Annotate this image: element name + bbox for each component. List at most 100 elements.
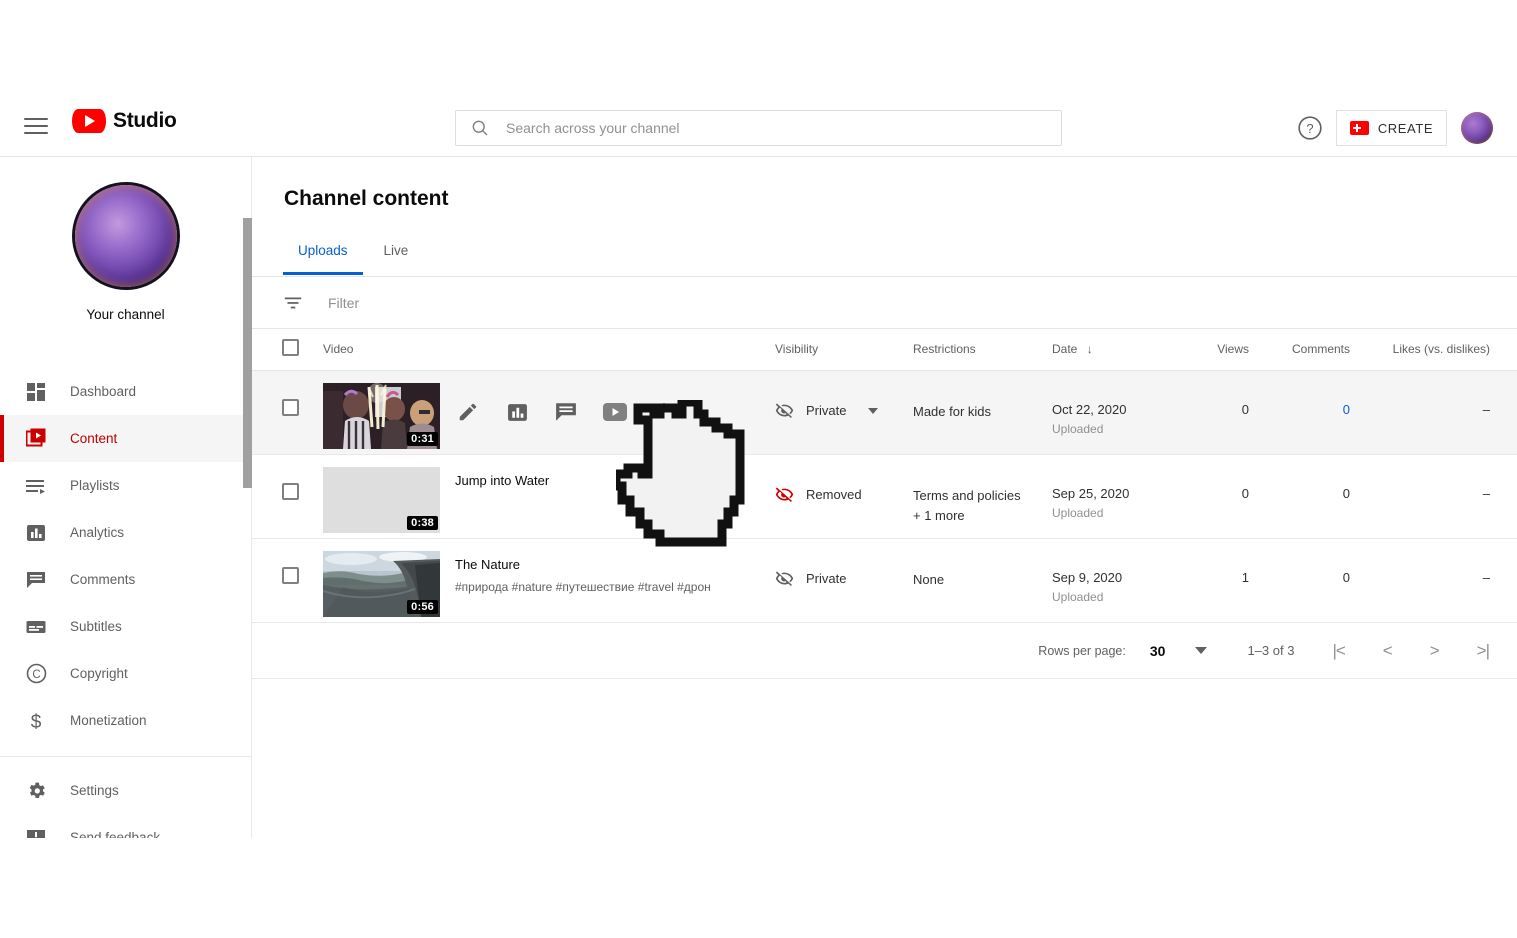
column-header-date[interactable]: Date ↓ — [1052, 342, 1093, 356]
restrictions-label: Made for kids — [913, 404, 992, 419]
date-cell: Sep 9, 2020 — [1052, 570, 1123, 585]
row-checkbox[interactable] — [282, 567, 299, 584]
comments-button[interactable] — [553, 399, 579, 425]
rows-per-page-label: Rows per page: — [1038, 643, 1126, 658]
sidebar-item-label: Content — [70, 431, 118, 446]
column-header-restrictions[interactable]: Restrictions — [913, 342, 976, 356]
eye-off-icon — [775, 571, 794, 586]
dollar-sign-icon: $ — [24, 709, 48, 733]
comments-cell[interactable]: 0 — [1312, 402, 1350, 417]
chevron-down-icon[interactable] — [868, 407, 879, 414]
restrictions-label: None — [913, 572, 945, 587]
tab-live[interactable]: Live — [366, 235, 427, 275]
analytics-button[interactable] — [504, 399, 530, 425]
video-thumbnail[interactable]: 0:38 — [323, 467, 440, 533]
content-tabs: Uploads Live — [280, 235, 426, 275]
rows-per-page-value[interactable]: 30 — [1150, 643, 1166, 659]
sidebar-item-playlists[interactable]: Playlists — [0, 462, 251, 509]
options-menu-button[interactable] — [651, 399, 677, 425]
visibility-cell[interactable]: Removed — [775, 485, 862, 504]
sidebar-item-send-feedback[interactable]: Send feedback — [0, 814, 251, 838]
video-duration: 0:31 — [407, 432, 438, 446]
content-video-icon — [24, 427, 48, 451]
column-header-comments[interactable]: Comments — [1292, 342, 1350, 356]
search-input[interactable]: Search across your channel — [455, 110, 1062, 146]
help-circle-icon[interactable]: ? — [1297, 115, 1323, 141]
account-avatar[interactable] — [1461, 112, 1493, 144]
view-on-youtube-button[interactable] — [602, 399, 628, 425]
brand-label: Studio — [113, 109, 177, 132]
video-thumbnail[interactable]: 0:56 — [323, 551, 440, 617]
comments-cell[interactable]: 0 — [1312, 486, 1350, 501]
restrictions-extra-label: + 1 more — [913, 508, 965, 523]
row-checkbox[interactable] — [282, 399, 299, 416]
date-cell: Sep 25, 2020 — [1052, 486, 1130, 501]
svg-text:$: $ — [31, 712, 42, 732]
video-title[interactable]: The Nature — [455, 557, 520, 572]
sidebar-item-content[interactable]: Content — [0, 415, 251, 462]
pagination-range-label: 1–3 of 3 — [1247, 643, 1295, 658]
table-header: Video Visibility Restrictions Date ↓ Vie… — [252, 329, 1517, 371]
sidebar-item-label: Copyright — [70, 666, 128, 681]
filter-input[interactable]: Filter — [328, 295, 359, 311]
chevron-down-icon[interactable] — [1195, 647, 1208, 654]
create-button[interactable]: CREATE — [1336, 110, 1447, 146]
next-page-button[interactable]: > — [1430, 641, 1440, 661]
likes-cell: – — [1482, 486, 1490, 501]
sidebar-item-monetization[interactable]: $ Monetization — [0, 697, 251, 744]
comment-bubble-icon — [24, 568, 48, 592]
filter-icon[interactable] — [282, 292, 304, 314]
restrictions-cell: None — [913, 570, 944, 590]
table-row[interactable]: 0:38 Jump into Water Removed Terms and p… — [252, 455, 1517, 539]
sidebar-item-label: Analytics — [70, 525, 125, 540]
likes-cell: – — [1482, 402, 1490, 417]
sidebar-item-label: Settings — [70, 783, 119, 798]
youtube-logo-icon — [72, 109, 106, 133]
sidebar-item-comments[interactable]: Comments — [0, 556, 251, 603]
channel-block: Your channel — [0, 157, 251, 322]
sidebar-item-subtitles[interactable]: Subtitles — [0, 603, 251, 650]
date-cell: Oct 22, 2020 — [1052, 402, 1127, 417]
column-header-video[interactable]: Video — [323, 342, 353, 356]
edit-details-button[interactable] — [455, 399, 481, 425]
visibility-cell[interactable]: Private — [775, 401, 879, 420]
sidebar-item-settings[interactable]: Settings — [0, 767, 251, 814]
column-header-visibility[interactable]: Visibility — [775, 342, 818, 356]
tab-uploads[interactable]: Uploads — [280, 235, 366, 275]
sidebar: Your channel Dashboard Content Playlists… — [0, 157, 252, 838]
sidebar-scrollbar[interactable] — [243, 218, 252, 488]
search-placeholder-text: Search across your channel — [506, 120, 680, 136]
sidebar-item-dashboard[interactable]: Dashboard — [0, 368, 251, 415]
sidebar-item-label: Playlists — [70, 478, 120, 493]
views-cell: 0 — [1241, 486, 1249, 501]
row-hover-actions — [455, 399, 677, 425]
sidebar-item-analytics[interactable]: Analytics — [0, 509, 251, 556]
date-subtext: Uploaded — [1052, 506, 1104, 520]
page-title: Channel content — [284, 187, 449, 210]
comments-cell[interactable]: 0 — [1312, 570, 1350, 585]
sidebar-nav: Dashboard Content Playlists Analytics Co… — [0, 368, 251, 838]
sidebar-item-copyright[interactable]: C Copyright — [0, 650, 251, 697]
first-page-button[interactable]: |< — [1332, 641, 1345, 661]
table-row[interactable]: 0:31 Private Made for kids Oct 22, 2020 … — [252, 371, 1517, 455]
sidebar-item-label: Dashboard — [70, 384, 137, 399]
restrictions-cell: Made for kids — [913, 402, 991, 422]
visibility-cell[interactable]: Private — [775, 569, 846, 588]
video-duration: 0:38 — [407, 516, 438, 530]
channel-avatar[interactable] — [74, 185, 177, 287]
eye-off-icon — [775, 403, 794, 418]
video-thumbnail[interactable]: 0:31 — [323, 383, 440, 449]
row-checkbox[interactable] — [282, 483, 299, 500]
select-all-checkbox[interactable] — [282, 339, 299, 356]
column-header-likes[interactable]: Likes (vs. dislikes) — [1365, 342, 1490, 356]
previous-page-button[interactable]: < — [1383, 641, 1393, 661]
feedback-icon — [24, 826, 48, 838]
hamburger-menu-icon[interactable] — [24, 113, 50, 139]
column-header-views[interactable]: Views — [1213, 342, 1249, 356]
last-page-button[interactable]: >| — [1477, 641, 1490, 661]
video-title[interactable]: Jump into Water — [455, 473, 549, 488]
tab-label: Live — [383, 243, 409, 258]
studio-brand-logo[interactable]: Studio — [72, 109, 177, 133]
search-icon — [472, 120, 488, 136]
table-row[interactable]: 0:56 The Nature #природа #nature #путеше… — [252, 539, 1517, 623]
